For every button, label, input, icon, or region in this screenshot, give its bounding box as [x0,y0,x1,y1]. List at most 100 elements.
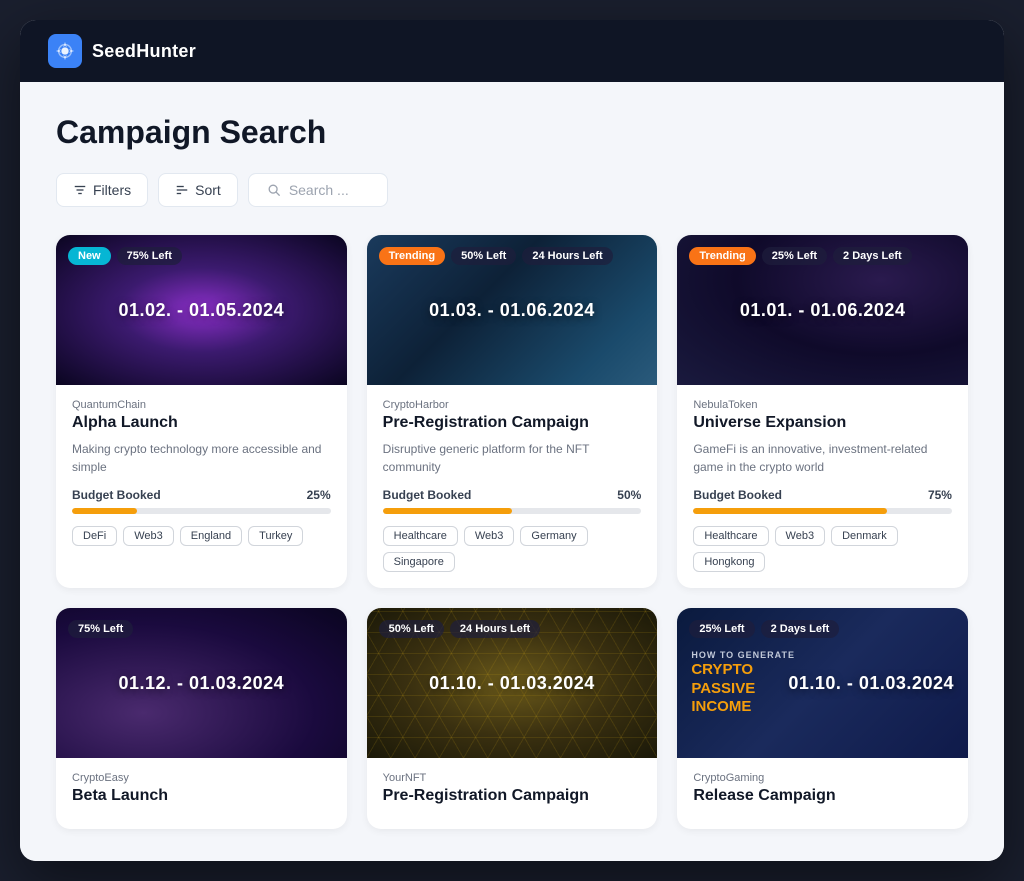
card-date-6: 01.10. - 01.03.2024 [788,673,954,694]
card-body-6: CryptoGaming Release Campaign [677,758,968,829]
badge-percent-4: 75% Left [68,620,133,638]
logo-icon [48,34,82,68]
tag: Healthcare [693,526,768,546]
budget-row-1: Budget Booked 25% [72,488,331,502]
badge-percent-2: 50% Left [451,247,516,265]
card-badges-1: New 75% Left [68,247,182,265]
sort-label: Sort [195,182,221,198]
tag: Singapore [383,552,455,572]
tag: Web3 [775,526,826,546]
budget-pct-1: 25% [307,488,331,502]
badge-percent-1: 75% Left [117,247,182,265]
card-desc-2: Disruptive generic platform for the NFT … [383,440,642,476]
page-title: Campaign Search [56,114,968,151]
card-desc-1: Making crypto technology more accessible… [72,440,331,476]
card-date-2: 01.03. - 01.06.2024 [429,300,595,321]
card-company-6: CryptoGaming [693,772,952,784]
campaign-card-5[interactable]: 01.10. - 01.03.2024 50% Left 24 Hours Le… [367,608,658,829]
card-badges-3: Trending 25% Left 2 Days Left [689,247,911,265]
progress-bar-1 [72,508,331,514]
card-company-2: CryptoHarbor [383,399,642,411]
sort-button[interactable]: Sort [158,173,238,207]
tag: Web3 [464,526,515,546]
campaigns-grid: 01.02. - 01.05.2024 New 75% Left Quantum… [56,235,968,829]
badge-percent-3: 25% Left [762,247,827,265]
card-image-2: 01.03. - 01.06.2024 Trending 50% Left 24… [367,235,658,385]
filters-label: Filters [93,182,131,198]
card-company-3: NebulaToken [693,399,952,411]
filter-icon [73,183,87,197]
toolbar: Filters Sort Search ... [56,173,968,207]
main-content: Campaign Search Filters Sort [20,82,1004,861]
progress-fill-2 [383,508,512,514]
budget-pct-2: 50% [617,488,641,502]
card-company-1: QuantumChain [72,399,331,411]
campaign-card-1[interactable]: 01.02. - 01.05.2024 New 75% Left Quantum… [56,235,347,588]
card-badges-5: 50% Left 24 Hours Left [379,620,541,638]
card-date-3: 01.01. - 01.06.2024 [740,300,906,321]
logo: SeedHunter [48,34,196,68]
badge-time-2: 24 Hours Left [522,247,612,265]
budget-label-1: Budget Booked [72,488,161,502]
card-date-1: 01.02. - 01.05.2024 [119,300,285,321]
budget-row-2: Budget Booked 50% [383,488,642,502]
card-title-4: Beta Launch [72,787,331,805]
tags-2: Healthcare Web3 Germany Singapore [383,526,642,572]
badge-time-5: 24 Hours Left [450,620,540,638]
card-image-4: 01.12. - 01.03.2024 75% Left [56,608,347,758]
tag: Denmark [831,526,898,546]
badge-new-1: New [68,247,111,265]
card-title-3: Universe Expansion [693,414,952,432]
card-title-2: Pre-Registration Campaign [383,414,642,432]
budget-pct-3: 75% [928,488,952,502]
badge-time-6: 2 Days Left [761,620,840,638]
card-badges-2: Trending 50% Left 24 Hours Left [379,247,613,265]
card-body-1: QuantumChain Alpha Launch Making crypto … [56,385,347,562]
badge-trending-3: Trending [689,247,755,265]
budget-label-2: Budget Booked [383,488,472,502]
card-title-5: Pre-Registration Campaign [383,787,642,805]
badge-trending-2: Trending [379,247,445,265]
progress-fill-3 [693,508,887,514]
card-desc-3: GameFi is an innovative, investment-rela… [693,440,952,476]
tags-3: Healthcare Web3 Denmark Hongkong [693,526,952,572]
app-window: SeedHunter Campaign Search Filters [20,20,1004,861]
campaign-card-3[interactable]: 01.01. - 01.06.2024 Trending 25% Left 2 … [677,235,968,588]
badge-percent-6: 25% Left [689,620,754,638]
tag: England [180,526,242,546]
tag: Web3 [123,526,174,546]
card-body-4: CryptoEasy Beta Launch [56,758,347,829]
card-badges-4: 75% Left [68,620,133,638]
card-body-5: YourNFT Pre-Registration Campaign [367,758,658,829]
progress-fill-1 [72,508,137,514]
search-button[interactable]: Search ... [248,173,388,207]
card-body-2: CryptoHarbor Pre-Registration Campaign D… [367,385,658,588]
badge-time-3: 2 Days Left [833,247,912,265]
campaign-card-4[interactable]: 01.12. - 01.03.2024 75% Left CryptoEasy … [56,608,347,829]
filters-button[interactable]: Filters [56,173,148,207]
app-name: SeedHunter [92,41,196,62]
budget-row-3: Budget Booked 75% [693,488,952,502]
card-image-6: HOW TO GENERATE CRYPTO PASSIVE INCOME 01… [677,608,968,758]
card-body-3: NebulaToken Universe Expansion GameFi is… [677,385,968,588]
progress-bar-3 [693,508,952,514]
card-badges-6: 25% Left 2 Days Left [689,620,839,638]
navbar: SeedHunter [20,20,1004,82]
campaign-card-2[interactable]: 01.03. - 01.06.2024 Trending 50% Left 24… [367,235,658,588]
card-company-5: YourNFT [383,772,642,784]
tag: Turkey [248,526,303,546]
card-company-4: CryptoEasy [72,772,331,784]
tag: Healthcare [383,526,458,546]
tags-1: DeFi Web3 England Turkey [72,526,331,546]
card-date-5: 01.10. - 01.03.2024 [429,673,595,694]
campaign-card-6[interactable]: HOW TO GENERATE CRYPTO PASSIVE INCOME 01… [677,608,968,829]
tag: DeFi [72,526,117,546]
search-placeholder: Search ... [289,182,349,198]
tag: Germany [520,526,587,546]
progress-bar-2 [383,508,642,514]
sort-icon [175,183,189,197]
card-image-3: 01.01. - 01.06.2024 Trending 25% Left 2 … [677,235,968,385]
card-image-5: 01.10. - 01.03.2024 50% Left 24 Hours Le… [367,608,658,758]
card-image-1: 01.02. - 01.05.2024 New 75% Left [56,235,347,385]
budget-label-3: Budget Booked [693,488,782,502]
